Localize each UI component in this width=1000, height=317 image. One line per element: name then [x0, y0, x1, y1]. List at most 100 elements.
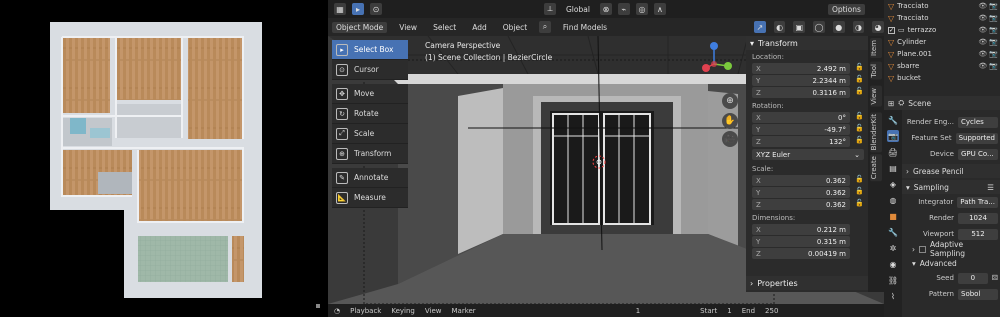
- tool-annotate[interactable]: ✎ Annotate: [332, 168, 408, 188]
- output-icon[interactable]: 🖨: [887, 146, 899, 158]
- properties-header[interactable]: › Properties: [746, 276, 868, 290]
- outliner-row[interactable]: ▽ bucket: [884, 72, 1000, 84]
- camera-icon[interactable]: 📷: [989, 26, 998, 34]
- lock-icon[interactable]: 🔓: [855, 175, 864, 183]
- sampling-panel[interactable]: ▾ Sampling ☰: [902, 180, 1000, 194]
- camera-icon[interactable]: 📷: [989, 14, 998, 22]
- object-properties-icon[interactable]: ■: [887, 210, 899, 222]
- dice-icon[interactable]: ⚄: [992, 274, 998, 282]
- dimensions-x-field[interactable]: X 0.212 m: [752, 224, 850, 235]
- tool-rotate[interactable]: ↻ Rotate: [332, 104, 408, 124]
- shading-solid-icon[interactable]: ●: [832, 21, 845, 33]
- data-icon[interactable]: ⌇: [887, 290, 899, 302]
- seed-field[interactable]: 0: [957, 272, 988, 284]
- shading-wireframe-icon[interactable]: ◯: [813, 21, 825, 33]
- gizmo-toggle-icon[interactable]: ↗: [754, 21, 766, 33]
- menu-select[interactable]: Select: [429, 22, 460, 33]
- gizmo-x-axis[interactable]: [702, 64, 710, 72]
- constraints-icon[interactable]: ⛓: [887, 274, 899, 286]
- visibility-eye-icon[interactable]: 👁: [978, 38, 987, 46]
- list-icon[interactable]: ☰: [987, 183, 1000, 192]
- render-icon[interactable]: 📷: [887, 130, 899, 142]
- pan-hand-icon[interactable]: ✋: [722, 113, 738, 129]
- view-layer-icon[interactable]: ▤: [887, 162, 899, 174]
- tool-move[interactable]: ✥ Move: [332, 84, 408, 104]
- location-x-field[interactable]: X 2.492 m 🔓: [752, 63, 864, 74]
- lock-icon[interactable]: 🔓: [855, 199, 864, 207]
- particles-icon[interactable]: ✲: [887, 242, 899, 254]
- render-samples-field[interactable]: 1024: [958, 212, 998, 224]
- camera-icon[interactable]: 📷: [989, 50, 998, 58]
- scale-z-field[interactable]: Z 0.362 🔓: [752, 199, 864, 210]
- visibility-eye-icon[interactable]: 👁: [978, 50, 987, 58]
- advanced-panel[interactable]: ▾ Advanced: [902, 256, 1000, 270]
- end-frame-field[interactable]: 250: [765, 307, 778, 315]
- dimensions-y-field[interactable]: Y 0.315 m: [752, 236, 850, 247]
- menu-playback[interactable]: Playback: [350, 307, 381, 315]
- visibility-eye-icon[interactable]: 👁: [978, 62, 987, 70]
- lock-icon[interactable]: 🔓: [855, 124, 864, 132]
- tool-measure[interactable]: 📐 Measure: [332, 188, 408, 208]
- shading-material-icon[interactable]: ◑: [852, 21, 865, 33]
- menu-add[interactable]: Add: [468, 22, 491, 33]
- resize-handle[interactable]: [316, 304, 320, 308]
- camera-icon[interactable]: 📷: [989, 62, 998, 70]
- feature-set-dropdown[interactable]: Supported: [955, 132, 998, 144]
- viewport-samples-field[interactable]: 512: [958, 228, 998, 240]
- dimensions-z-field[interactable]: Z 0.00419 m: [752, 248, 850, 259]
- options-dropdown[interactable]: Options: [827, 3, 865, 15]
- outliner-row[interactable]: ✓ ▭ terrazzo 👁 📷: [884, 24, 1000, 36]
- physics-icon[interactable]: ◉: [887, 258, 899, 270]
- menu-view[interactable]: View: [395, 22, 421, 33]
- start-frame-field[interactable]: 1: [727, 307, 731, 315]
- location-y-field[interactable]: Y 2.2344 m 🔓: [752, 75, 864, 86]
- rotation-z-field[interactable]: Z 132° 🔓: [752, 136, 864, 147]
- outliner-row[interactable]: ▽ sbarre 👁 📷: [884, 60, 1000, 72]
- outliner-row[interactable]: ▽ Plane.001 👁 📷: [884, 48, 1000, 60]
- mode-dropdown[interactable]: Object Mode: [332, 21, 388, 33]
- editor-type-icon[interactable]: ▦: [334, 3, 346, 15]
- rotation-y-field[interactable]: Y -49.7° 🔓: [752, 124, 864, 135]
- location-z-field[interactable]: Z 0.3116 m 🔓: [752, 87, 864, 98]
- outliner-row[interactable]: ▽ Tracciato 👁 📷: [884, 12, 1000, 24]
- menu-timeline-view[interactable]: View: [425, 307, 442, 315]
- shading-rendered-icon[interactable]: ◕: [872, 21, 884, 33]
- tab-tool[interactable]: Tool: [870, 62, 882, 80]
- pattern-dropdown[interactable]: Sobol: [958, 288, 998, 300]
- lock-icon[interactable]: 🔓: [855, 63, 864, 71]
- proportional-edit-icon[interactable]: ◎: [635, 3, 648, 15]
- tab-blenderkit[interactable]: BlenderKit: [870, 112, 882, 153]
- visibility-eye-icon[interactable]: 👁: [978, 14, 987, 22]
- tool-settings-icon[interactable]: 🔧: [887, 114, 899, 126]
- adaptive-sampling-checkbox[interactable]: [919, 245, 926, 253]
- cursor-mode-icon[interactable]: ⊙: [370, 3, 382, 15]
- find-models-button[interactable]: Find Models: [559, 22, 611, 33]
- lock-icon[interactable]: 🔓: [855, 187, 864, 195]
- rotation-x-field[interactable]: X 0° 🔓: [752, 112, 864, 123]
- tool-scale[interactable]: ⤢ Scale: [332, 124, 408, 144]
- tab-create[interactable]: Create: [870, 154, 882, 182]
- scene-tab-icon[interactable]: ◈: [887, 178, 899, 190]
- gizmo-neg-x[interactable]: [711, 61, 717, 67]
- select-mode-icon[interactable]: ▸: [352, 3, 364, 15]
- tool-transform[interactable]: ⊕ Transform: [332, 144, 408, 164]
- 3d-viewport[interactable]: ▦ ▸ ⊙ ⟂ Global ⊗ ⌁ ◎ ∧ Options Object Mo…: [328, 0, 884, 317]
- menu-object[interactable]: Object: [499, 22, 531, 33]
- render-engine-dropdown[interactable]: Cycles: [958, 116, 998, 128]
- gizmo-z-axis[interactable]: [710, 42, 718, 50]
- navigation-gizmo[interactable]: [698, 38, 738, 78]
- lock-icon[interactable]: 🔓: [855, 112, 864, 120]
- lock-icon[interactable]: 🔓: [855, 87, 864, 95]
- pivot-icon[interactable]: ⊗: [599, 3, 612, 15]
- scale-x-field[interactable]: X 0.362 🔓: [752, 175, 864, 186]
- outliner-row[interactable]: ▽ Cylinder 👁 📷: [884, 36, 1000, 48]
- overlay-toggle-icon[interactable]: ◐: [773, 21, 786, 33]
- rotation-mode-dropdown[interactable]: XYZ Euler ⌄: [752, 149, 864, 160]
- outliner-row[interactable]: ▽ Tracciato 👁 📷: [884, 0, 1000, 12]
- menu-keying[interactable]: Keying: [391, 307, 415, 315]
- tab-item[interactable]: Item: [870, 38, 882, 58]
- menu-marker[interactable]: Marker: [451, 307, 475, 315]
- world-icon[interactable]: ◍: [887, 194, 899, 206]
- integrator-dropdown[interactable]: Path Tra...: [957, 196, 998, 208]
- visibility-eye-icon[interactable]: 👁: [978, 26, 987, 34]
